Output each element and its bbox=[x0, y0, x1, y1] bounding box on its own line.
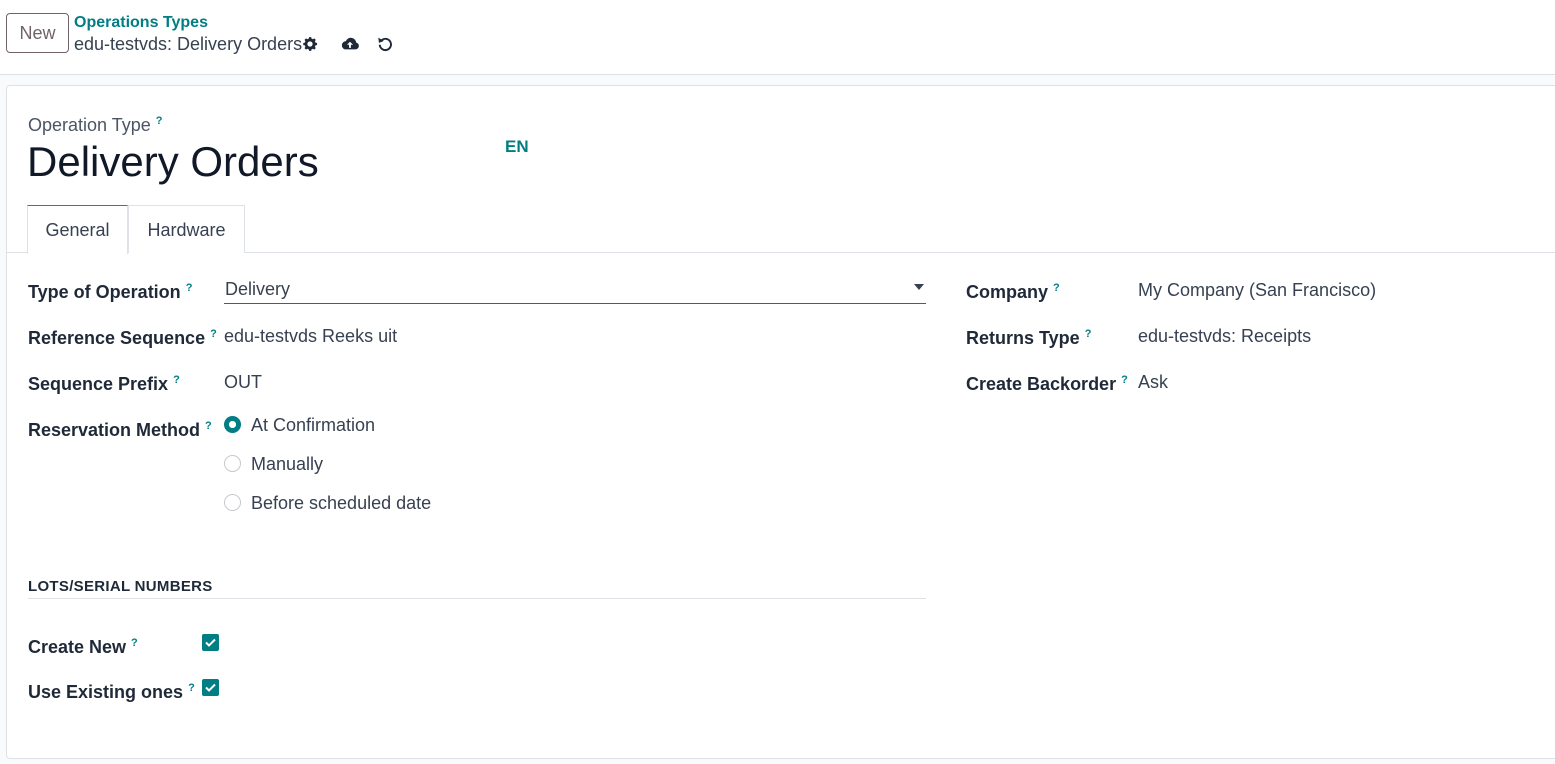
sequence-prefix-label: Sequence Prefix? bbox=[28, 369, 180, 395]
returns-type-value[interactable]: edu-testvds: Receipts bbox=[1138, 325, 1311, 347]
help-tooltip-icon[interactable]: ? bbox=[173, 374, 180, 386]
breadcrumb-parent-link[interactable]: Operations Types bbox=[74, 13, 208, 33]
help-tooltip-icon[interactable]: ? bbox=[205, 420, 212, 432]
tab-general[interactable]: General bbox=[27, 205, 128, 254]
language-button[interactable]: EN bbox=[505, 137, 529, 157]
type-of-operation-select[interactable]: Delivery bbox=[224, 274, 926, 304]
operation-type-label: Operation Type? bbox=[28, 110, 162, 136]
sequence-prefix-label-text: Sequence Prefix bbox=[28, 374, 169, 394]
company-label: Company? bbox=[966, 277, 1060, 303]
notebook-tabs: General Hardware bbox=[7, 205, 1555, 254]
help-tooltip-icon[interactable]: ? bbox=[1121, 374, 1128, 386]
new-button[interactable]: New bbox=[6, 13, 69, 53]
create-backorder-label-text: Create Backorder bbox=[966, 374, 1117, 394]
returns-type-label: Returns Type? bbox=[966, 323, 1091, 349]
company-label-text: Company bbox=[966, 282, 1049, 302]
sequence-prefix-value[interactable]: OUT bbox=[224, 371, 262, 393]
help-tooltip-icon[interactable]: ? bbox=[210, 328, 217, 340]
help-tooltip-icon[interactable]: ? bbox=[186, 282, 193, 294]
section-divider bbox=[28, 598, 926, 599]
check-icon bbox=[205, 683, 216, 692]
reservation-method-label-text: Reservation Method bbox=[28, 420, 201, 440]
radio-before-scheduled-date-label[interactable]: Before scheduled date bbox=[251, 492, 431, 514]
caret-down-icon bbox=[914, 284, 924, 290]
operation-type-label-text: Operation Type bbox=[28, 115, 151, 135]
help-tooltip-icon[interactable]: ? bbox=[1085, 328, 1092, 340]
discard-icon[interactable] bbox=[374, 33, 396, 55]
help-tooltip-icon[interactable]: ? bbox=[188, 682, 195, 694]
check-icon bbox=[205, 638, 216, 647]
type-of-operation-value: Delivery bbox=[225, 279, 291, 299]
reference-sequence-label: Reference Sequence? bbox=[28, 323, 217, 349]
cloud-upload-icon[interactable] bbox=[339, 33, 361, 55]
tab-hardware[interactable]: Hardware bbox=[128, 205, 245, 253]
use-existing-checkbox[interactable] bbox=[202, 679, 219, 696]
type-of-operation-label: Type of Operation? bbox=[28, 277, 192, 303]
reference-sequence-value[interactable]: edu-testvds Reeks uit bbox=[224, 325, 397, 347]
use-existing-label-text: Use Existing ones bbox=[28, 682, 184, 702]
create-backorder-value[interactable]: Ask bbox=[1138, 371, 1168, 393]
control-panel: New Operations Types edu-testvds: Delive… bbox=[0, 0, 1555, 75]
help-tooltip-icon[interactable]: ? bbox=[156, 115, 163, 127]
create-new-label: Create New? bbox=[28, 632, 138, 658]
create-backorder-label: Create Backorder? bbox=[966, 369, 1128, 395]
form-sheet: Operation Type? Delivery Orders EN Gener… bbox=[6, 85, 1555, 759]
help-tooltip-icon[interactable]: ? bbox=[1053, 282, 1060, 294]
create-new-checkbox[interactable] bbox=[202, 634, 219, 651]
record-title[interactable]: Delivery Orders bbox=[27, 136, 319, 188]
radio-at-confirmation[interactable] bbox=[224, 416, 241, 433]
use-existing-label: Use Existing ones? bbox=[28, 677, 195, 703]
create-new-label-text: Create New bbox=[28, 637, 127, 657]
gear-icon[interactable] bbox=[299, 33, 321, 55]
radio-manually[interactable] bbox=[224, 455, 241, 472]
radio-before-scheduled-date[interactable] bbox=[224, 494, 241, 511]
breadcrumb-current: edu-testvds: Delivery Orders bbox=[74, 34, 303, 54]
lots-section-title: LOTS/SERIAL NUMBERS bbox=[28, 578, 213, 595]
radio-manually-label[interactable]: Manually bbox=[251, 453, 323, 475]
help-tooltip-icon[interactable]: ? bbox=[131, 637, 138, 649]
radio-at-confirmation-label[interactable]: At Confirmation bbox=[251, 414, 375, 436]
reservation-method-label: Reservation Method? bbox=[28, 415, 212, 441]
type-of-operation-label-text: Type of Operation bbox=[28, 282, 181, 302]
returns-type-label-text: Returns Type bbox=[966, 328, 1080, 348]
reference-sequence-label-text: Reference Sequence bbox=[28, 328, 206, 348]
company-value[interactable]: My Company (San Francisco) bbox=[1138, 279, 1376, 301]
